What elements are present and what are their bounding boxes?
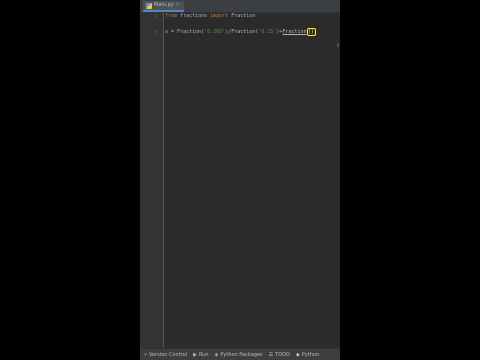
error-stripe-marker[interactable] [337, 43, 339, 47]
caret-paren-highlight: () [306, 28, 316, 36]
line-number-3: 3 [153, 30, 157, 36]
line-number-1: 1 [153, 14, 157, 20]
run-icon: ▶ [193, 351, 197, 358]
tab-label: Main.py [154, 2, 174, 8]
python-console-icon: ◆ [295, 351, 300, 358]
todo-label: TODO [275, 351, 290, 358]
version-control-icon: ⑂ [144, 351, 148, 358]
python-console-button[interactable]: ◆ Python [296, 352, 319, 358]
version-control-button[interactable]: ⑂ Version Control [144, 352, 187, 358]
python-packages-button[interactable]: ◈ Python Packages [215, 352, 263, 358]
string-literal-2: '0.15' [258, 29, 277, 35]
version-control-label: Version Control [149, 351, 188, 358]
todo-button[interactable]: ☰ TODO [269, 352, 290, 358]
module-name: fractions [177, 13, 211, 19]
tool-window-bar: ⑂ Version Control ▶ Run ◈ Python Package… [140, 348, 340, 360]
ide-window: Main.py × 1 3 from fractions import Frac… [140, 0, 340, 360]
python-packages-label: Python Packages [220, 351, 263, 358]
imported-name: Fraction [228, 13, 256, 19]
string-literal-1: '0.265' [204, 29, 226, 35]
run-button[interactable]: ▶ Run [193, 352, 208, 358]
close-icon[interactable]: × [176, 1, 180, 10]
python-console-label: Python [301, 351, 320, 358]
python-file-icon [146, 2, 152, 9]
code-line-1: from fractions import Fraction [165, 13, 255, 20]
tab-main-py[interactable]: Main.py × [143, 1, 184, 12]
code-line-3: x = Fraction('0.265')/Fraction('0.15')+F… [165, 28, 316, 36]
keyword-import: import [210, 13, 229, 19]
fraction-call: Fraction [282, 29, 307, 35]
line-number-gutter: 1 3 [140, 13, 164, 348]
run-label: Run [198, 351, 209, 358]
division-expr: )/Fraction( [225, 29, 259, 35]
python-packages-icon: ◈ [214, 351, 219, 358]
todo-icon: ☰ [268, 351, 274, 358]
assignment-lhs: x = Fraction( [165, 29, 205, 35]
keyword-from: from [165, 13, 178, 19]
editor-tab-bar: Main.py × [140, 0, 340, 13]
code-editor[interactable]: from fractions import Fraction x = Fract… [164, 13, 340, 348]
